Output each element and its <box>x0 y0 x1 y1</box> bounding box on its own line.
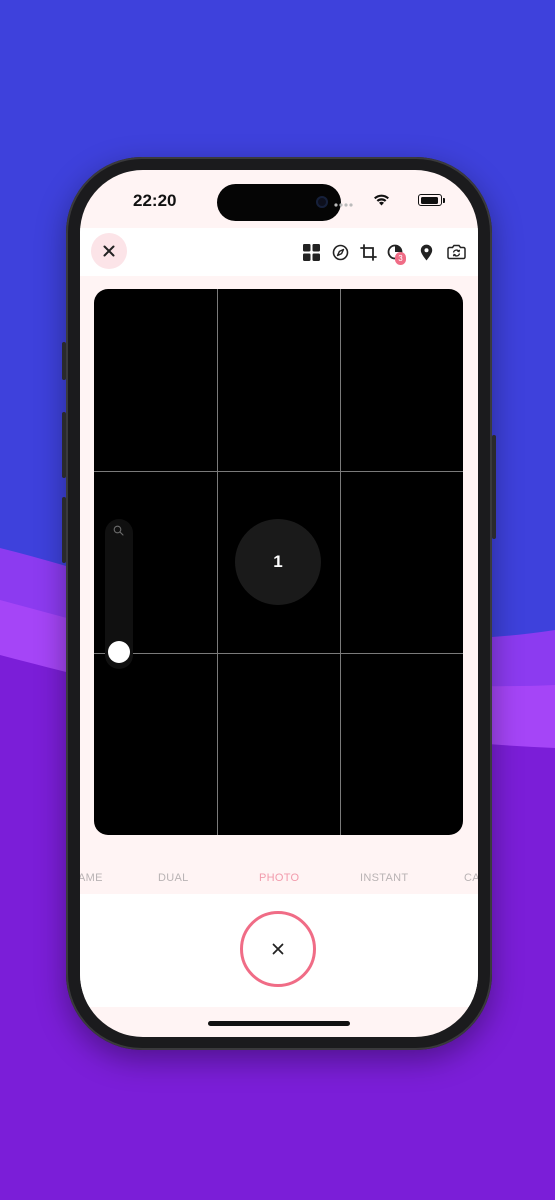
compass-icon <box>332 244 348 260</box>
side-button <box>492 435 496 539</box>
wifi-icon <box>374 194 389 206</box>
close-icon <box>103 245 115 257</box>
zoom-slider-handle[interactable] <box>108 641 130 663</box>
switch-camera-icon <box>446 244 466 260</box>
home-indicator[interactable] <box>208 1021 350 1026</box>
volume-up-button <box>62 412 66 478</box>
compass-button[interactable] <box>329 241 351 263</box>
signal-icon <box>334 203 353 207</box>
mode-frame[interactable]: AME <box>80 872 103 884</box>
crop-button[interactable] <box>357 241 379 263</box>
status-time: 22:20 <box>133 191 177 210</box>
mode-photo[interactable]: PHOTO <box>259 872 299 884</box>
camera-toolbar: 3 <box>80 228 478 276</box>
mode-selector: AME DUAL PHOTO INSTANT CA <box>80 846 478 894</box>
countdown-indicator: 1 <box>235 519 321 605</box>
battery-icon <box>418 194 445 206</box>
switch-camera-button[interactable] <box>445 241 467 263</box>
grid-line-vertical-2 <box>340 289 341 835</box>
action-button <box>62 342 66 380</box>
grid-line-horizontal-2 <box>94 653 463 654</box>
camera-viewfinder[interactable]: 1 <box>94 289 463 835</box>
search-icon <box>113 525 124 536</box>
close-button[interactable] <box>91 233 127 269</box>
phone-screen: 22:20 3 1 AME DUAL PHOTO INSTANT CA <box>80 170 478 1037</box>
promo-page: 22:20 3 1 AME DUAL PHOTO INSTANT CA <box>0 0 555 1200</box>
location-pin-icon <box>420 244 432 260</box>
close-icon <box>272 943 284 955</box>
status-icons <box>332 192 452 208</box>
crop-icon <box>359 243 377 261</box>
mode-camera[interactable]: CA <box>464 872 478 884</box>
timer-badge: 3 <box>395 252 406 265</box>
layout-button[interactable] <box>300 241 322 263</box>
volume-down-button <box>62 497 66 563</box>
mode-instant[interactable]: INSTANT <box>360 872 408 884</box>
front-camera <box>316 196 328 208</box>
grid-line-horizontal-1 <box>94 471 463 472</box>
status-bar: 22:20 <box>80 170 478 228</box>
grid-line-vertical-1 <box>217 289 218 835</box>
shutter-cancel-button[interactable] <box>240 911 316 987</box>
phone-frame: 22:20 3 1 AME DUAL PHOTO INSTANT CA <box>62 157 496 1050</box>
layout-grid-icon <box>302 243 320 261</box>
location-button[interactable] <box>415 241 437 263</box>
dynamic-island <box>217 184 341 221</box>
capture-area <box>80 894 478 1007</box>
timer-button[interactable]: 3 <box>385 241 407 265</box>
mode-dual[interactable]: DUAL <box>158 872 189 884</box>
